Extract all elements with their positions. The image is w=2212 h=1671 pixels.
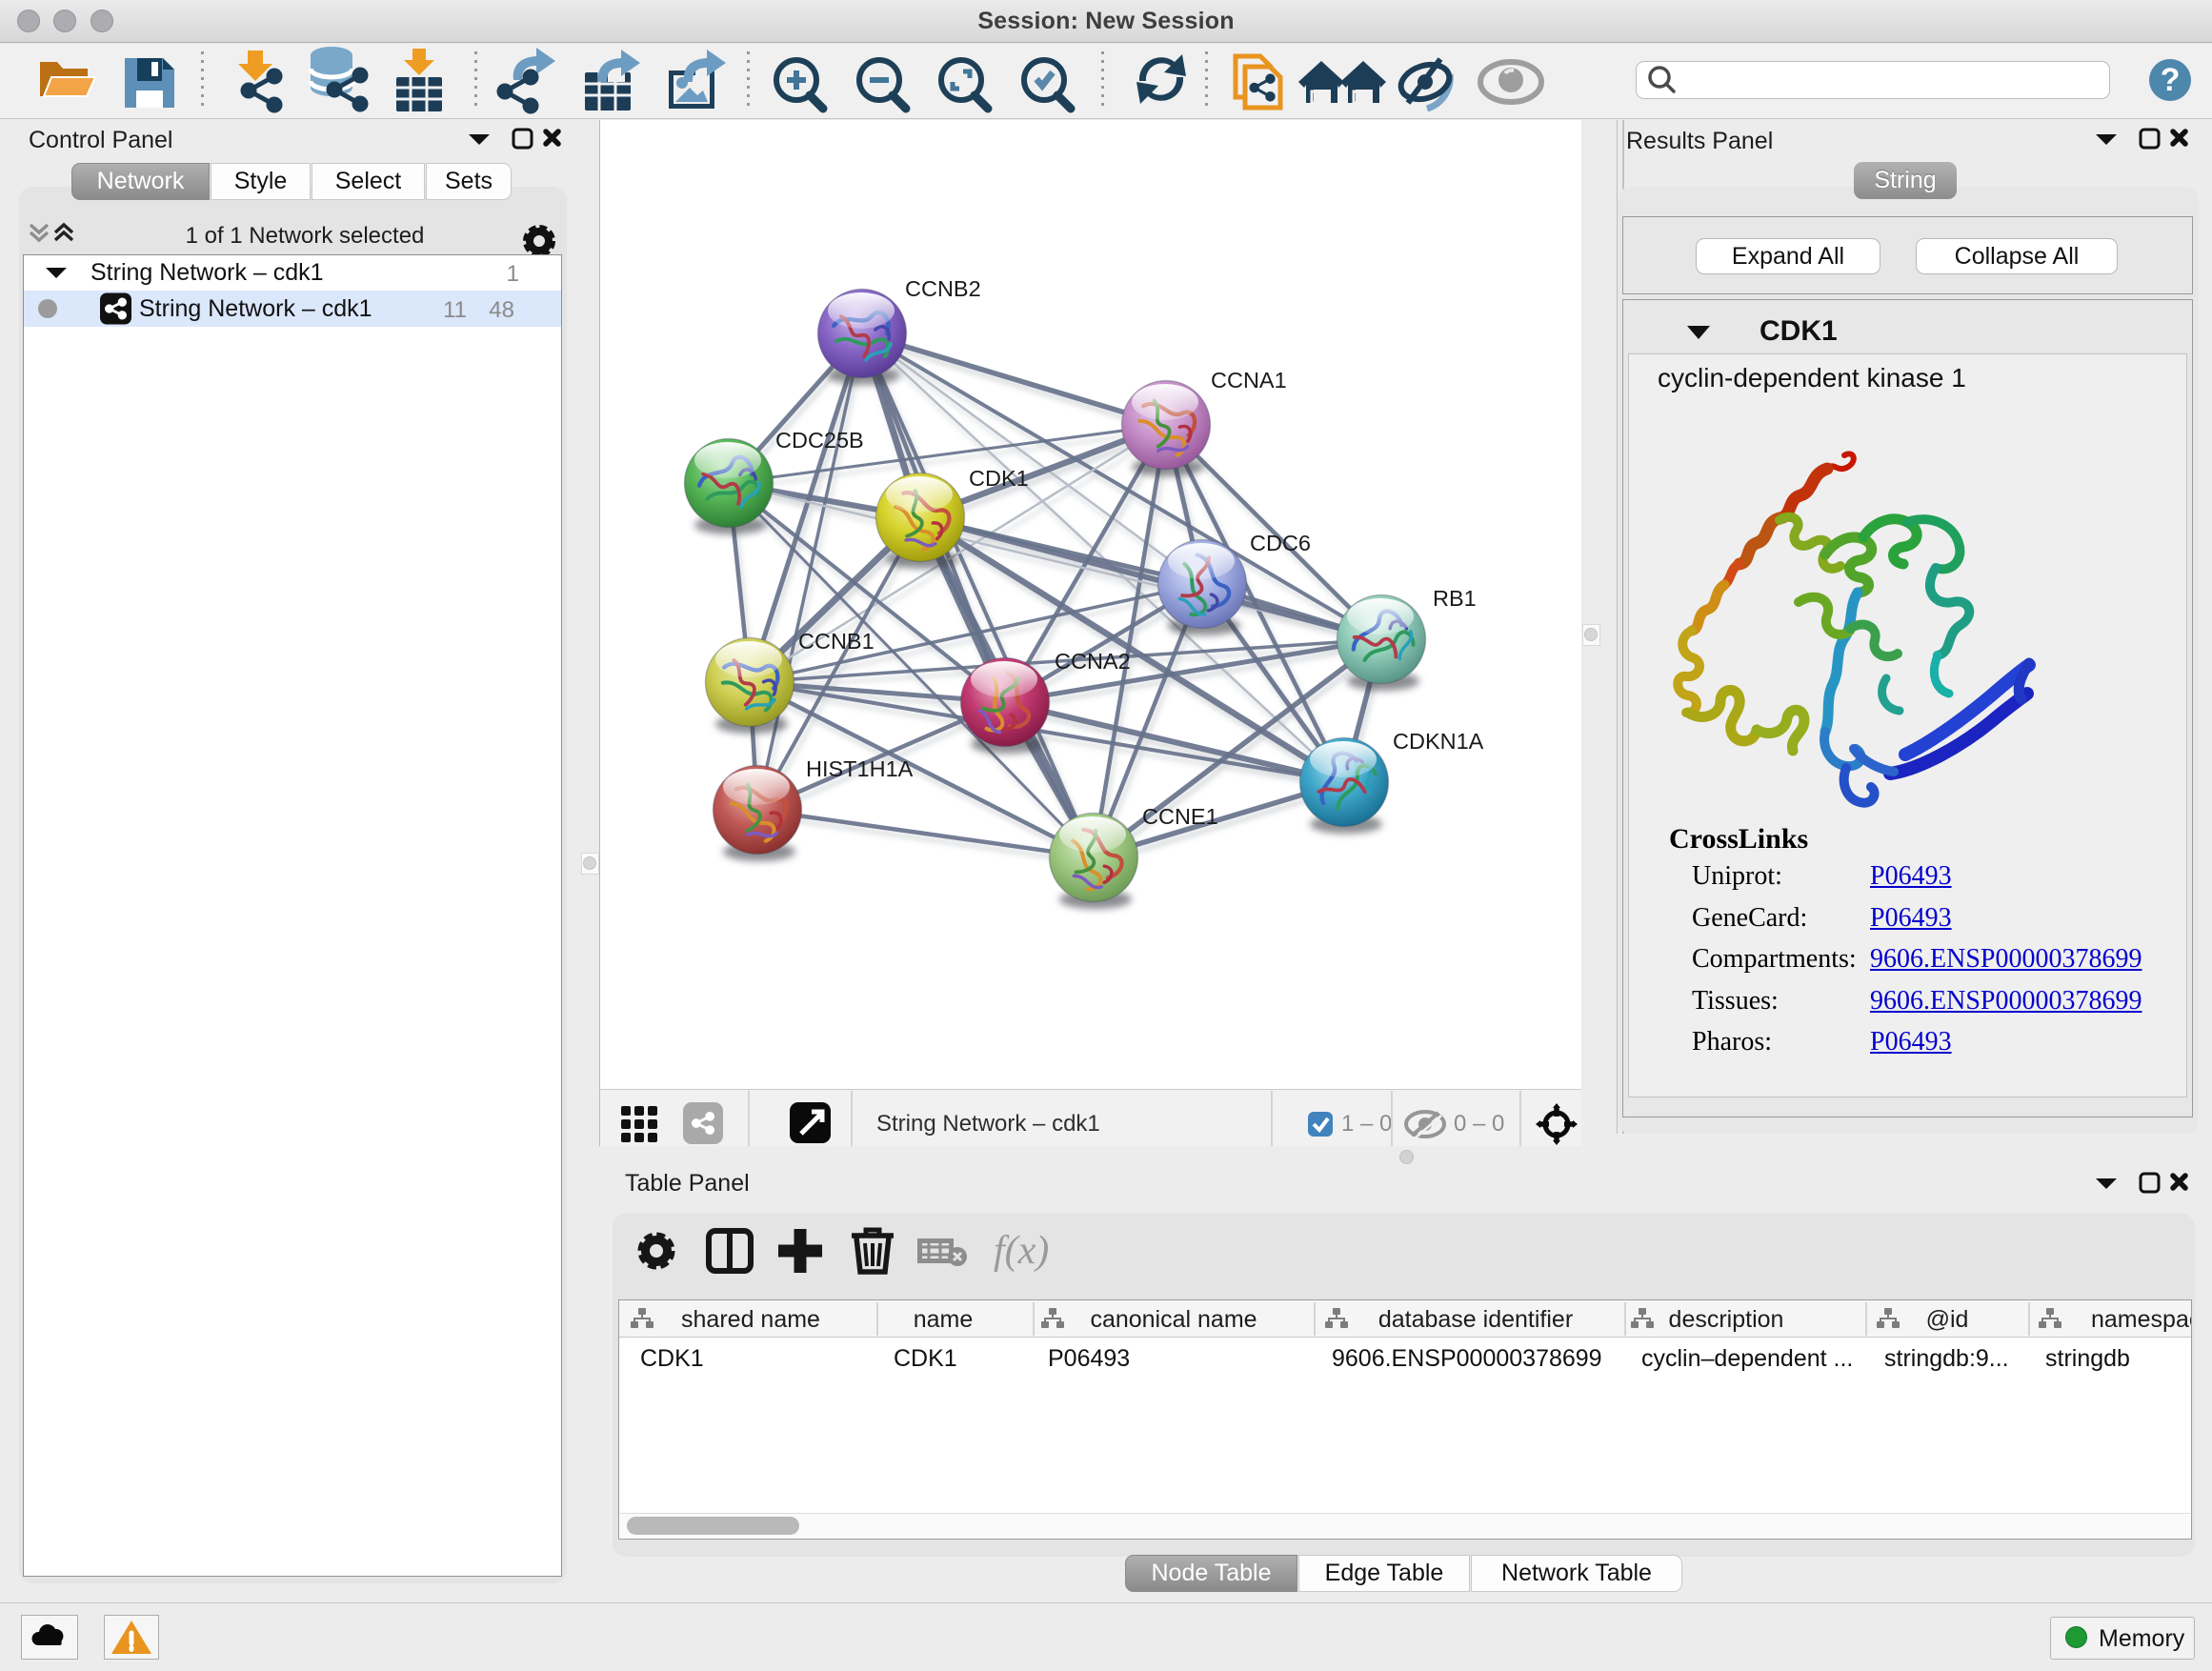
svg-text:CCNB1: CCNB1 — [798, 629, 875, 654]
svg-text:description: description — [1669, 1306, 1784, 1333]
svg-text:CDC25B: CDC25B — [775, 428, 864, 453]
svg-text:shared name: shared name — [681, 1306, 820, 1333]
svg-text:name: name — [914, 1306, 974, 1333]
svg-text:CCNA2: CCNA2 — [1055, 649, 1131, 674]
svg-text:f(x): f(x) — [994, 1229, 1049, 1273]
svg-text:HIST1H1A: HIST1H1A — [806, 756, 914, 781]
svg-text:CDK1: CDK1 — [969, 466, 1029, 491]
svg-text:?: ? — [2161, 62, 2181, 98]
svg-text:database identifier: database identifier — [1378, 1306, 1573, 1333]
svg-text:namespace: namespace — [2091, 1306, 2191, 1333]
svg-text:RB1: RB1 — [1433, 586, 1477, 611]
svg-text:0 – 0: 0 – 0 — [1454, 1111, 1504, 1137]
svg-text:CDC6: CDC6 — [1250, 531, 1311, 555]
svg-text:@id: @id — [1926, 1306, 1969, 1333]
svg-text:canonical name: canonical name — [1090, 1306, 1257, 1333]
svg-text:CCNE1: CCNE1 — [1142, 804, 1218, 829]
svg-text:1 – 0: 1 – 0 — [1341, 1111, 1392, 1137]
svg-text:CDKN1A: CDKN1A — [1393, 729, 1484, 754]
svg-text:CCNB2: CCNB2 — [905, 276, 981, 301]
svg-text:CCNA1: CCNA1 — [1211, 368, 1287, 393]
svg-text:String Network – cdk1: String Network – cdk1 — [876, 1111, 1100, 1137]
